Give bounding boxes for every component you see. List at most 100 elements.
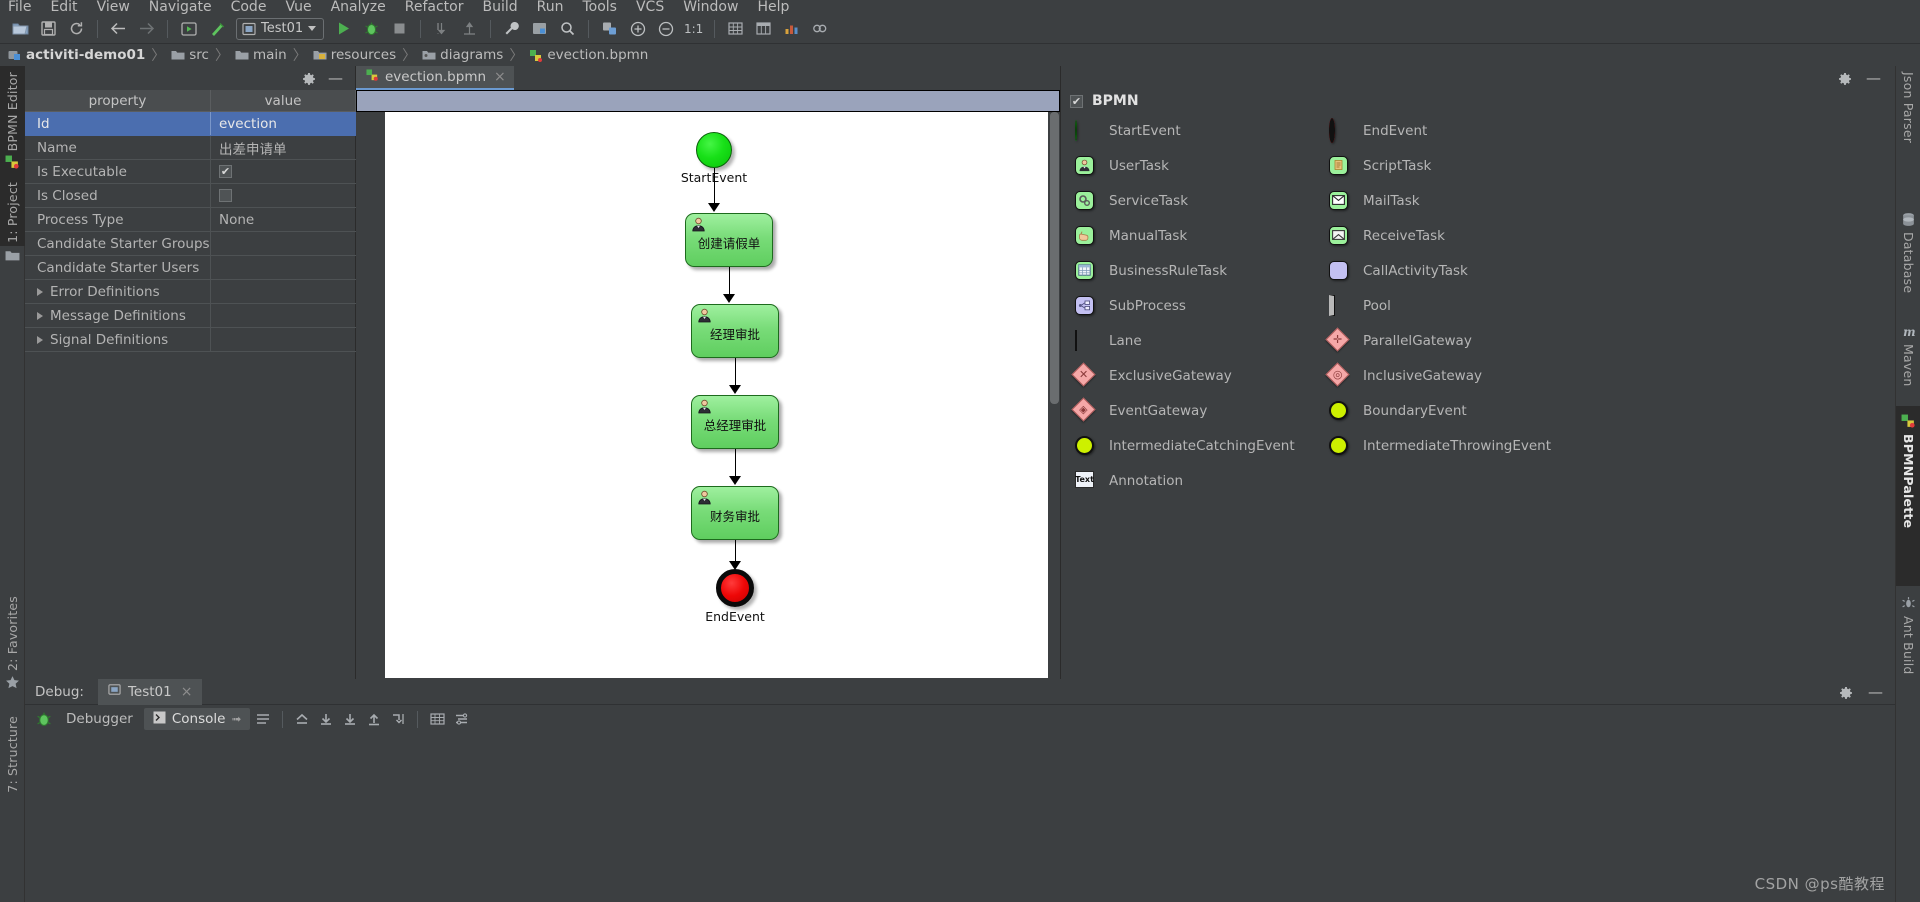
save-icon[interactable] bbox=[36, 16, 61, 41]
palette-item-inclusivegateway[interactable]: ◎ InclusiveGateway bbox=[1325, 361, 1583, 387]
palette-item-lane[interactable]: Lane bbox=[1075, 329, 1329, 351]
palette-item-endevent[interactable]: EndEvent bbox=[1329, 117, 1583, 143]
table-row[interactable]: Candidate Starter Users bbox=[25, 256, 356, 280]
export-down-icon[interactable] bbox=[339, 708, 361, 730]
menu-item-tools[interactable]: Tools bbox=[582, 0, 617, 14]
property-value[interactable]: 出差申请单 bbox=[219, 138, 287, 158]
zoom-in-icon[interactable] bbox=[625, 16, 650, 41]
run-configuration-selector[interactable]: Test01 bbox=[236, 17, 325, 40]
diagram-node-user-task-2[interactable]: 经理审批 bbox=[691, 304, 779, 358]
menu-item-run[interactable]: Run bbox=[537, 0, 564, 14]
build-hammer-icon[interactable] bbox=[204, 16, 229, 41]
table-row[interactable]: Process Type None bbox=[25, 208, 356, 232]
menu-item-edit[interactable]: Edit bbox=[50, 0, 77, 14]
palette-item-eventgateway[interactable]: ◈ EventGateway bbox=[1071, 396, 1329, 422]
hide-panel-icon[interactable]: — bbox=[328, 70, 343, 86]
canvas-vertical-scrollbar-thumb[interactable] bbox=[1050, 112, 1059, 404]
breadcrumb-item-file[interactable]: evection.bpmn bbox=[529, 47, 648, 63]
palette-item-usertask[interactable]: UserTask bbox=[1075, 155, 1329, 176]
palette-item-manualtask[interactable]: ManualTask bbox=[1075, 225, 1329, 246]
wrench-icon[interactable] bbox=[499, 16, 524, 41]
sidebar-item-json-parser[interactable]: Json Parser bbox=[1896, 72, 1920, 143]
sync-icon[interactable] bbox=[64, 16, 89, 41]
debug-bug-icon[interactable] bbox=[33, 708, 55, 730]
tab-console[interactable]: Console ➟ bbox=[143, 708, 251, 730]
settings-list-icon[interactable] bbox=[450, 708, 472, 730]
actual-size-icon[interactable]: 1:1 bbox=[681, 16, 706, 41]
menu-item-analyze[interactable]: Analyze bbox=[331, 0, 386, 14]
menu-item-window[interactable]: Window bbox=[683, 0, 738, 14]
chart-icon[interactable] bbox=[779, 16, 804, 41]
table-row[interactable]: Error Definitions bbox=[25, 280, 356, 304]
table-row[interactable]: Is Executable bbox=[25, 160, 356, 184]
palette-item-servicetask[interactable]: ServiceTask bbox=[1075, 190, 1329, 211]
breadcrumb-item-src[interactable]: src bbox=[171, 47, 209, 63]
table-icon[interactable] bbox=[751, 16, 776, 41]
menu-item-vcs[interactable]: VCS bbox=[636, 0, 664, 14]
diagram-node-user-task-3[interactable]: 总经理审批 bbox=[691, 395, 779, 449]
sequence-flow-1[interactable] bbox=[714, 168, 715, 207]
menu-item-code[interactable]: Code bbox=[231, 0, 267, 14]
sidebar-item-ant-build[interactable]: Ant Build bbox=[1896, 596, 1920, 675]
expand-arrow-icon[interactable] bbox=[37, 311, 43, 320]
palette-item-startevent[interactable]: StartEvent bbox=[1075, 119, 1329, 141]
gear-icon[interactable] bbox=[1839, 685, 1853, 699]
print-icon[interactable] bbox=[426, 708, 448, 730]
is-closed-checkbox[interactable] bbox=[219, 189, 232, 202]
debug-session-tab[interactable]: Test01 × bbox=[97, 678, 203, 705]
sidebar-item-bpmn-palette[interactable]: BPMNPalette bbox=[1896, 414, 1920, 528]
sidebar-item-favorites[interactable]: 2: Favorites bbox=[0, 596, 25, 691]
scroll-to-top-icon[interactable] bbox=[291, 708, 313, 730]
search-icon[interactable] bbox=[555, 16, 580, 41]
pin-icon[interactable]: ➟ bbox=[231, 712, 241, 726]
scroll-to-end-icon[interactable] bbox=[315, 708, 337, 730]
palette-item-subprocess[interactable]: SubProcess bbox=[1075, 295, 1329, 316]
forward-icon[interactable] bbox=[134, 16, 159, 41]
sidebar-item-project[interactable]: 1: Project bbox=[0, 182, 25, 263]
close-icon[interactable]: × bbox=[494, 69, 506, 85]
palette-item-exclusivegateway[interactable]: ✕ ExclusiveGateway bbox=[1071, 361, 1329, 387]
link-icon[interactable] bbox=[807, 16, 832, 41]
palette-item-pool[interactable]: Pool bbox=[1329, 294, 1583, 316]
palette-item-callactivitytask[interactable]: CallActivityTask bbox=[1329, 260, 1583, 281]
sidebar-item-bpmn-editor[interactable]: BPMN Editor bbox=[0, 72, 25, 171]
menu-item-vue[interactable]: Vue bbox=[285, 0, 311, 14]
expand-arrow-icon[interactable] bbox=[37, 335, 43, 344]
palette-item-parallelgateway[interactable]: ✛ ParallelGateway bbox=[1325, 326, 1583, 352]
table-row[interactable]: Message Definitions bbox=[25, 304, 356, 328]
bpmn-canvas[interactable]: StartEvent 创建请假单 经理审批 bbox=[385, 112, 1060, 678]
run-icon[interactable] bbox=[331, 16, 356, 41]
palette-group-header[interactable]: BPMN bbox=[1061, 90, 1895, 112]
run-config-icon[interactable] bbox=[176, 16, 201, 41]
soft-wrap-icon[interactable] bbox=[252, 708, 274, 730]
chevron-down-icon[interactable] bbox=[308, 26, 317, 31]
step-out-icon[interactable] bbox=[457, 16, 482, 41]
menu-item-navigate[interactable]: Navigate bbox=[149, 0, 212, 14]
close-icon[interactable]: × bbox=[181, 684, 193, 700]
table-row[interactable]: Id evection bbox=[25, 112, 356, 136]
palette-item-intermediatecatchingevent[interactable]: IntermediateCatchingEvent bbox=[1075, 435, 1329, 456]
sidebar-item-database[interactable]: Database bbox=[1896, 212, 1920, 293]
palette-item-receivetask[interactable]: ReceiveTask bbox=[1329, 225, 1583, 246]
table-row[interactable]: Candidate Starter Groups bbox=[25, 232, 356, 256]
structure-icon[interactable] bbox=[527, 16, 552, 41]
step-in-icon[interactable] bbox=[429, 16, 454, 41]
breadcrumb-item-project[interactable]: activiti-demo01 bbox=[8, 47, 145, 63]
grid-icon[interactable] bbox=[723, 16, 748, 41]
expand-arrow-icon[interactable] bbox=[37, 287, 43, 296]
diagram-node-start-event[interactable] bbox=[696, 132, 732, 168]
zoom-out-icon[interactable] bbox=[653, 16, 678, 41]
editor-tab-evection-bpmn[interactable]: evection.bpmn × bbox=[356, 66, 514, 90]
open-folder-icon[interactable] bbox=[8, 16, 33, 41]
breadcrumb-item-diagrams[interactable]: diagrams bbox=[422, 47, 503, 63]
sidebar-item-maven[interactable]: m Maven bbox=[1896, 324, 1920, 387]
table-row[interactable]: Name 出差申请单 bbox=[25, 136, 356, 160]
palette-item-mailtask[interactable]: MailTask bbox=[1329, 190, 1583, 211]
hide-debug-icon[interactable]: — bbox=[1868, 684, 1883, 700]
import-up-icon[interactable] bbox=[363, 708, 385, 730]
property-value[interactable]: evection bbox=[219, 116, 277, 132]
layout-icon[interactable] bbox=[597, 16, 622, 41]
stop-icon[interactable] bbox=[387, 16, 412, 41]
palette-item-annotation[interactable]: Text Annotation bbox=[1075, 470, 1329, 491]
gear-icon[interactable] bbox=[1838, 71, 1852, 85]
